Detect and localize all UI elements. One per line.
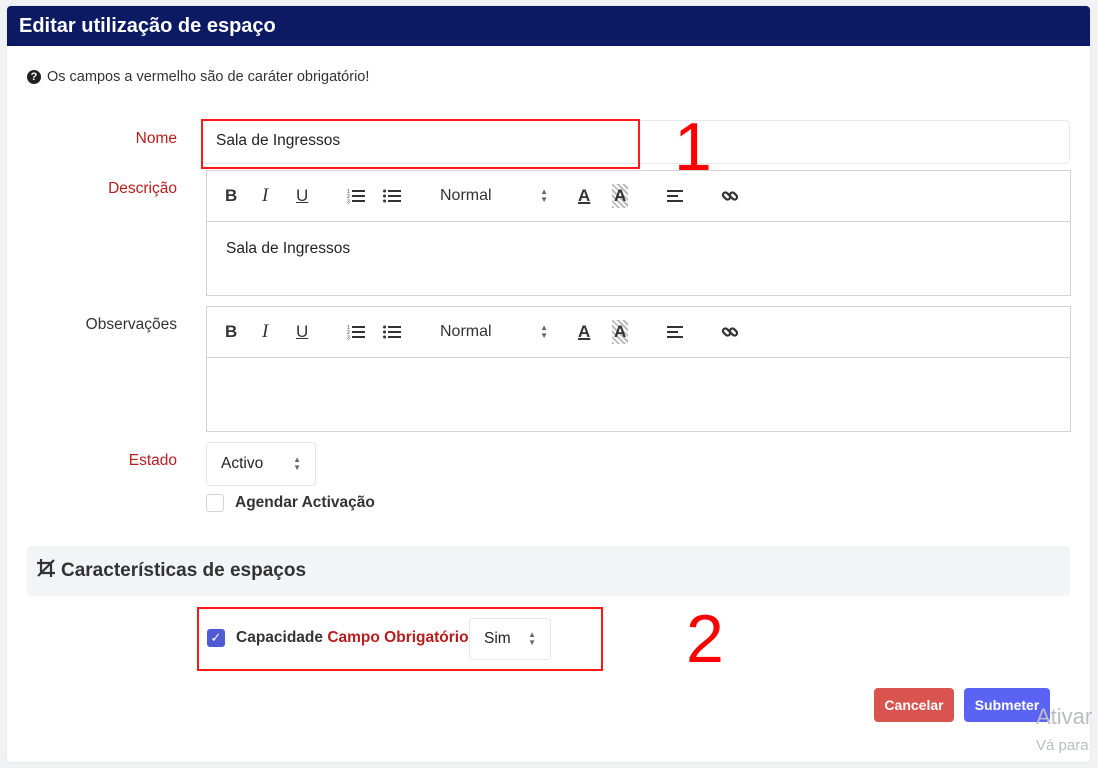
- link-icon[interactable]: [721, 320, 739, 344]
- underline-button[interactable]: U: [296, 184, 308, 208]
- bold-button[interactable]: B: [225, 184, 237, 208]
- descricao-editor: B I U 123 Normal ▲ ▼ A A Sala de Ingresso…: [206, 170, 1071, 296]
- activation-watermark-title: Ativar: [1036, 704, 1093, 729]
- crop-icon: [36, 558, 56, 584]
- observacoes-label: Observações: [85, 316, 177, 333]
- font-size-value: Normal: [440, 323, 492, 340]
- link-icon[interactable]: [721, 184, 739, 208]
- descricao-toolbar: B I U 123 Normal ▲ ▼ A A: [207, 171, 1070, 222]
- align-left-icon[interactable]: [667, 320, 685, 344]
- observacoes-toolbar: B I U 123 Normal ▲ ▼ A A: [207, 307, 1070, 358]
- estado-select[interactable]: Activo ▲ ▼: [206, 442, 316, 486]
- descricao-content[interactable]: Sala de Ingressos: [207, 222, 1070, 276]
- svg-text:3: 3: [347, 336, 350, 341]
- text-color-button[interactable]: A: [578, 184, 590, 208]
- nome-label: Nome: [135, 130, 177, 147]
- bullet-list-icon[interactable]: [383, 320, 401, 344]
- bullet-list-icon[interactable]: [383, 184, 401, 208]
- help-text: ? Os campos a vermelho são de caráter ob…: [27, 69, 369, 85]
- question-circle-icon: ?: [27, 70, 41, 84]
- help-message: Os campos a vermelho são de caráter obri…: [47, 69, 370, 85]
- font-size-select[interactable]: Normal ▲ ▼: [440, 184, 548, 208]
- annotation-number-2: 2: [686, 601, 724, 677]
- section-header: Características de espaços: [27, 546, 1070, 596]
- background-color-button[interactable]: A: [612, 320, 629, 344]
- annotation-box-2: [197, 607, 603, 671]
- select-arrows-icon: ▲ ▼: [293, 455, 301, 472]
- section-title: Características de espaços: [61, 560, 307, 581]
- text-color-button[interactable]: A: [578, 320, 590, 344]
- bold-button[interactable]: B: [225, 320, 237, 344]
- font-size-value: Normal: [440, 187, 492, 204]
- activation-watermark-subtitle: Vá para: [1036, 737, 1089, 754]
- italic-button[interactable]: I: [262, 184, 268, 208]
- annotation-box-1: [201, 119, 640, 169]
- estado-value: Activo: [221, 455, 264, 472]
- observacoes-content[interactable]: [207, 358, 1070, 394]
- ordered-list-icon[interactable]: 123: [347, 320, 365, 344]
- agendar-label: Agendar Activação: [235, 494, 375, 511]
- descricao-label: Descrição: [108, 180, 177, 197]
- cancel-button[interactable]: Cancelar: [874, 688, 954, 722]
- align-left-icon[interactable]: [667, 184, 685, 208]
- font-size-select[interactable]: Normal ▲ ▼: [440, 320, 548, 344]
- italic-button[interactable]: I: [262, 320, 268, 344]
- svg-text:3: 3: [347, 200, 350, 205]
- ordered-list-icon[interactable]: 123: [347, 184, 365, 208]
- annotation-number-1: 1: [674, 109, 712, 185]
- agendar-checkbox[interactable]: [206, 494, 224, 512]
- estado-label: Estado: [128, 452, 177, 469]
- select-arrows-icon: ▲ ▼: [540, 323, 548, 340]
- select-arrows-icon: ▲ ▼: [540, 187, 548, 204]
- underline-button[interactable]: U: [296, 320, 308, 344]
- modal-title: Editar utilização de espaço: [7, 6, 1090, 46]
- observacoes-editor: B I U 123 Normal ▲ ▼ A A: [206, 306, 1071, 432]
- background-color-button[interactable]: A: [612, 184, 629, 208]
